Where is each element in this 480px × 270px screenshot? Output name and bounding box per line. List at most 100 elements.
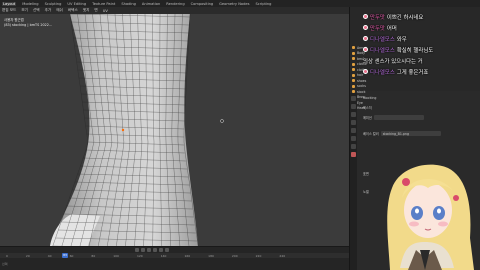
menu-add[interactable]: 추가 bbox=[45, 8, 52, 13]
object-icon bbox=[352, 57, 355, 60]
vtuber-avatar bbox=[370, 158, 480, 270]
timeline[interactable]: 0 20 40 60 80 100 120 140 160 180 200 220 240 83 선택 bbox=[0, 246, 349, 270]
chat-text: 의상 센스가 있으시다는 거 bbox=[363, 58, 423, 65]
object-tab-icon[interactable] bbox=[351, 128, 356, 133]
data-tab-icon[interactable] bbox=[351, 144, 356, 149]
viewport-info: 사용자 원근법 (83) stocking | bmTS 2022... bbox=[4, 18, 52, 28]
frame-tick: 20 bbox=[25, 253, 30, 258]
frame-ruler[interactable]: 0 20 40 60 80 100 120 140 160 180 200 220 240 bbox=[0, 253, 349, 258]
menu-view[interactable]: 보기 bbox=[21, 8, 28, 13]
prop-row: 에미션 bbox=[363, 115, 424, 120]
mesh-wireframe bbox=[50, 14, 224, 246]
chat-username: 만두맛 bbox=[370, 14, 385, 21]
current-frame-indicator[interactable]: 83 bbox=[62, 253, 68, 258]
prop-row: 노멀 bbox=[363, 189, 369, 194]
scene-tab-icon[interactable] bbox=[351, 120, 356, 125]
status-text: 선택 bbox=[2, 262, 8, 266]
frame-tick: 180 bbox=[208, 253, 214, 258]
workspace-tab[interactable]: Sculpting bbox=[45, 2, 62, 6]
workspace-tab[interactable]: Scripting bbox=[255, 2, 271, 6]
frame-tick: 160 bbox=[184, 253, 191, 258]
prop-label: 에미션 bbox=[363, 116, 372, 120]
outliner-item[interactable]: socks bbox=[352, 84, 382, 89]
menu-edge[interactable]: 엣지 bbox=[83, 8, 90, 13]
object-icon bbox=[352, 84, 355, 88]
modifier-tab-icon[interactable] bbox=[351, 136, 356, 141]
3d-viewport[interactable]: 사용자 원근법 (83) stocking | bmTS 2022... bbox=[0, 14, 349, 246]
object-icon bbox=[352, 79, 355, 82]
frame-tick: 0 bbox=[6, 253, 8, 258]
playback-controls bbox=[135, 248, 169, 252]
chat-text: 확실히 헬라님도 bbox=[396, 47, 434, 54]
workspace-tab[interactable]: Rendering bbox=[166, 2, 184, 6]
outliner-item[interactable]: shoes bbox=[352, 78, 382, 83]
properties-tabs bbox=[350, 93, 357, 270]
object-icon bbox=[352, 46, 355, 49]
chat-username: 디나엘모스 bbox=[370, 47, 395, 54]
chat-overlay: 만두맛 이쁘긴 하시네요 만두맛 어머 디나엘모스 와우 디나엘모스 확실히 헬라님도 의상 센… bbox=[363, 11, 480, 77]
user-badge-icon bbox=[363, 14, 368, 19]
outliner-item-label: shoes bbox=[357, 78, 367, 83]
workspace-tab[interactable]: Layout bbox=[2, 1, 17, 6]
mode-dropdown[interactable]: 편집 모드 bbox=[2, 8, 16, 13]
menu-face[interactable]: 면 bbox=[94, 8, 97, 13]
workspace-tab[interactable]: Geometry Nodes bbox=[219, 2, 249, 6]
chat-message: 만두맛 이쁘긴 하시네요 bbox=[363, 11, 480, 22]
workspace-tab[interactable]: Shading bbox=[121, 2, 136, 6]
user-badge-icon bbox=[363, 36, 368, 41]
prop-label: 표면 bbox=[363, 172, 369, 176]
prop-label: 텍스처 bbox=[363, 106, 372, 110]
frame-tick: 140 bbox=[160, 253, 167, 258]
material-name: stocking bbox=[363, 95, 377, 100]
prop-label: 노멀 bbox=[363, 190, 369, 194]
user-badge-icon bbox=[363, 47, 368, 52]
menu-mesh[interactable]: 메쉬 bbox=[56, 8, 63, 13]
chat-message: 디나엘모스 확실히 헬라님도 bbox=[363, 44, 480, 55]
emission-field[interactable] bbox=[373, 115, 424, 120]
avatar-illustration bbox=[387, 164, 474, 270]
frame-tick: 120 bbox=[136, 253, 143, 258]
workspace-tab[interactable]: Animation bbox=[142, 2, 160, 6]
chat-text: 와우 bbox=[396, 36, 407, 43]
jump-start-icon[interactable] bbox=[135, 248, 139, 252]
frame-tick: 240 bbox=[279, 253, 286, 258]
frame-tick: 80 bbox=[91, 253, 96, 258]
material-tab-icon[interactable] bbox=[351, 152, 356, 157]
workspace-tab[interactable]: Compositing bbox=[191, 2, 214, 6]
chat-text: 이쁘긴 하시네요 bbox=[386, 14, 424, 21]
chat-text: 그게 좋은거죠 bbox=[396, 69, 429, 76]
object-icon bbox=[352, 51, 355, 55]
prop-row: 텍스처 bbox=[363, 105, 372, 110]
outliner-item-label: socks bbox=[357, 84, 366, 88]
prop-row: 표면 bbox=[363, 171, 369, 176]
user-badge-icon bbox=[363, 69, 368, 74]
chat-message: 의상 센스가 있으시다는 거 bbox=[363, 55, 480, 66]
chat-message: 디나엘모스 와우 bbox=[363, 33, 480, 44]
workspace-tab[interactable]: Texture Paint bbox=[92, 2, 115, 6]
menu-vertex[interactable]: 버텍스 bbox=[68, 8, 78, 13]
object-icon bbox=[352, 68, 355, 71]
play-icon[interactable] bbox=[153, 248, 157, 252]
viewport-header: 편집 모드 보기 선택 추가 메쉬 버텍스 엣지 면 UV bbox=[0, 7, 350, 14]
render-tab-icon[interactable] bbox=[351, 104, 356, 109]
menu-select[interactable]: 선택 bbox=[33, 8, 40, 13]
frame-tick: 60 bbox=[69, 253, 74, 258]
play-reverse-icon[interactable] bbox=[147, 248, 151, 252]
chat-username: 디나엘모스 bbox=[370, 69, 395, 76]
image-texture-field[interactable]: stocking_B1.png bbox=[380, 131, 441, 136]
frame-tick: 100 bbox=[113, 253, 119, 258]
next-key-icon[interactable] bbox=[159, 248, 163, 252]
output-tab-icon[interactable] bbox=[351, 112, 356, 117]
jump-end-icon[interactable] bbox=[165, 248, 169, 252]
chat-text: 어머 bbox=[386, 25, 397, 32]
chat-message: 만두맛 어머 bbox=[363, 22, 480, 33]
prop-row: 베이스 컬러 stocking_B1.png bbox=[363, 131, 441, 136]
workspace-tab[interactable]: Modeling bbox=[22, 2, 38, 6]
material-name-row: stocking bbox=[363, 95, 376, 100]
user-badge-icon bbox=[363, 25, 368, 30]
object-icon bbox=[352, 62, 355, 66]
tool-tab-icon[interactable] bbox=[351, 96, 356, 101]
menu-uv[interactable]: UV bbox=[103, 9, 108, 13]
prev-key-icon[interactable] bbox=[141, 248, 145, 252]
workspace-tab[interactable]: UV Editing bbox=[67, 2, 86, 6]
